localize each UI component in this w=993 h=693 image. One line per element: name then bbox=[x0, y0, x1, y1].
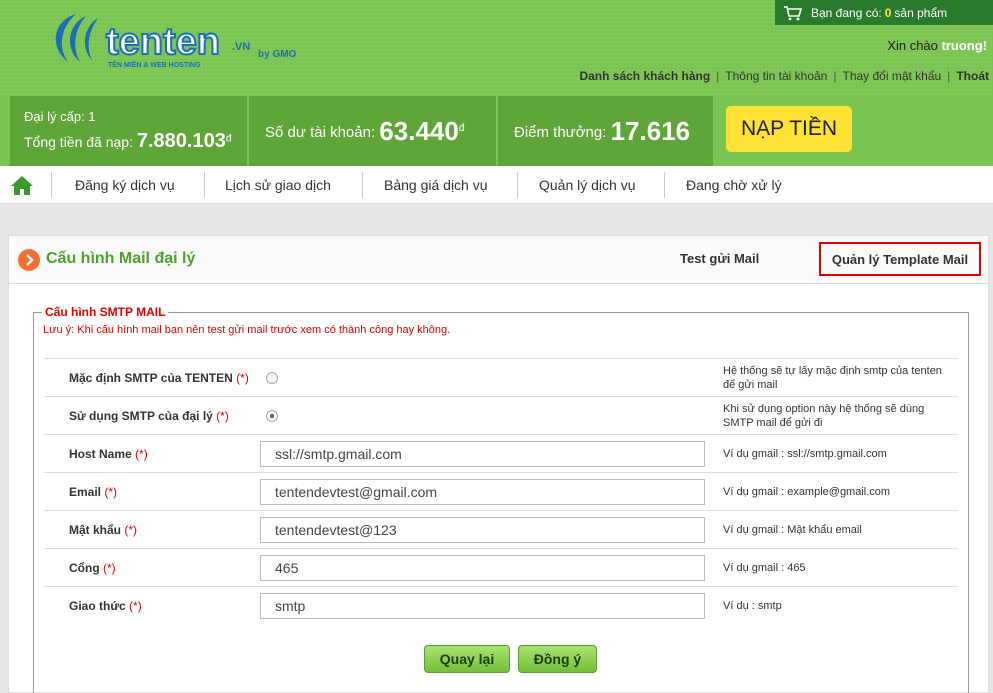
smtp-note: Lưu ý: Khi cấu hình mail bạn nên test gử… bbox=[43, 324, 451, 336]
user-name[interactable]: truong! bbox=[942, 38, 987, 53]
row-host-name: Host Name (*) ssl://smtp.gmail.com Ví dụ… bbox=[44, 434, 958, 472]
field-label: Mặc định SMTP của TENTEN (*) bbox=[69, 371, 249, 385]
smtp-legend: Cấu hình SMTP MAIL bbox=[42, 305, 169, 319]
mail-config-card: Cấu hình Mail đại lý Test gửi Mail Quản … bbox=[8, 235, 989, 693]
points-label: Điểm thưởng: bbox=[514, 124, 607, 141]
row-agent-smtp: Sử dụng SMTP của đại lý (*) Khi sử dụng … bbox=[44, 396, 958, 434]
card-header: Cấu hình Mail đại lý Test gửi Mail Quản … bbox=[9, 236, 988, 284]
row-default-smtp: Mặc định SMTP của TENTEN (*) Hệ thống sẽ… bbox=[44, 358, 958, 396]
svg-text:.VN: .VN bbox=[232, 41, 250, 53]
tenten-logo[interactable]: tenten .VN TÊN MIỀN & WEB HOSTING by GMO bbox=[46, 10, 306, 72]
row-port: Cổng (*) 465 Ví dụ gmail : 465 bbox=[44, 548, 958, 586]
submit-button[interactable]: Đồng ý bbox=[518, 645, 597, 673]
stat-agent: Đại lý cấp: 1 Tổng tiền đã nạp: 7.880.10… bbox=[10, 96, 247, 166]
svg-text:tenten: tenten bbox=[106, 21, 220, 63]
divider bbox=[51, 172, 52, 198]
topup-button[interactable]: NẠP TIỀN bbox=[726, 106, 852, 152]
radio-default-smtp[interactable] bbox=[266, 372, 278, 384]
field-label: Email (*) bbox=[69, 485, 118, 499]
greeting-prefix: Xin chào bbox=[887, 38, 938, 53]
home-icon[interactable] bbox=[10, 174, 34, 196]
greeting: Xin chào truong! bbox=[887, 38, 987, 53]
points-value: 17.616 bbox=[610, 116, 691, 146]
currency-symbol: đ bbox=[458, 123, 465, 134]
logo-swoosh-icon: tenten .VN TÊN MIỀN & WEB HOSTING by GMO bbox=[55, 14, 297, 69]
balance-value: 63.440 bbox=[379, 116, 459, 146]
protocol-input[interactable]: smtp bbox=[260, 593, 705, 619]
tab-test-mail[interactable]: Test gửi Mail bbox=[680, 251, 759, 266]
chevron-right-icon bbox=[18, 249, 40, 271]
divider bbox=[517, 172, 518, 198]
field-label: Giao thức (*) bbox=[69, 599, 142, 613]
total-topup-label: Tổng tiền đã nạp: bbox=[24, 134, 133, 150]
main-nav: Đăng ký dịch vụ Lịch sử giao dịch Bảng g… bbox=[0, 166, 993, 204]
field-label: Cổng (*) bbox=[69, 561, 116, 575]
balance: Số dư tài khoản: 63.440đ bbox=[265, 116, 464, 147]
nav-pending[interactable]: Đang chờ xử lý bbox=[686, 166, 782, 204]
row-protocol: Giao thức (*) smtp Ví dụ : smtp bbox=[44, 586, 958, 624]
back-button[interactable]: Quay lại bbox=[424, 645, 510, 673]
email-input[interactable]: tentendevtest@gmail.com bbox=[260, 479, 705, 505]
radio-agent-smtp[interactable] bbox=[266, 410, 278, 422]
host-name-input[interactable]: ssl://smtp.gmail.com bbox=[260, 441, 705, 467]
page-title: Cấu hình Mail đại lý bbox=[46, 250, 196, 267]
nav-price-list[interactable]: Bảng giá dịch vụ bbox=[384, 166, 488, 204]
divider bbox=[664, 172, 665, 198]
row-password: Mật khẩu (*) tentendevtest@123 Ví dụ gma… bbox=[44, 510, 958, 548]
field-label: Mật khẩu (*) bbox=[69, 523, 138, 537]
field-hint: Ví dụ gmail : Mật khẩu email bbox=[723, 524, 862, 536]
stat-points: Điểm thưởng: 17.616 bbox=[498, 96, 713, 166]
password-input[interactable]: tentendevtest@123 bbox=[260, 517, 705, 543]
balance-label: Số dư tài khoản: bbox=[265, 124, 376, 141]
row-email: Email (*) tentendevtest@gmail.com Ví dụ … bbox=[44, 472, 958, 510]
divider: | bbox=[947, 69, 951, 83]
total-topup: Tổng tiền đã nạp: 7.880.103đ bbox=[24, 130, 231, 153]
stat-balance: Số dư tài khoản: 63.440đ bbox=[249, 96, 496, 166]
port-input[interactable]: 465 bbox=[260, 555, 705, 581]
divider bbox=[362, 172, 363, 198]
nav-register-service[interactable]: Đăng ký dịch vụ bbox=[75, 166, 175, 204]
points: Điểm thưởng: 17.616 bbox=[514, 116, 690, 147]
divider: | bbox=[833, 69, 837, 83]
nav-manage-services[interactable]: Quản lý dịch vụ bbox=[539, 166, 636, 204]
cart-count: 0 bbox=[884, 5, 892, 20]
agent-level: Đại lý cấp: 1 bbox=[24, 109, 96, 124]
field-hint: Ví dụ : smtp bbox=[723, 600, 782, 612]
site-header: tenten .VN TÊN MIỀN & WEB HOSTING by GMO… bbox=[0, 0, 993, 96]
field-hint: Ví dụ gmail : 465 bbox=[723, 562, 806, 574]
link-logout[interactable]: Thoát bbox=[956, 69, 989, 83]
divider: | bbox=[716, 69, 720, 83]
nav-transaction-history[interactable]: Lịch sử giao dịch bbox=[225, 166, 331, 204]
total-topup-value: 7.880.103 bbox=[136, 130, 226, 152]
cart-summary[interactable]: Bạn đang có: 0 sản phẩm bbox=[775, 0, 993, 25]
link-account-info[interactable]: Thông tin tài khoản bbox=[725, 69, 827, 83]
link-customer-list[interactable]: Danh sách khách hàng bbox=[579, 69, 710, 83]
field-label: Host Name (*) bbox=[69, 447, 148, 461]
field-hint: Ví dụ gmail : ssl://smtp.gmail.com bbox=[723, 448, 887, 460]
account-links: Danh sách khách hàng | Thông tin tài kho… bbox=[579, 69, 989, 83]
cart-label: Bạn đang có: bbox=[811, 5, 882, 20]
svg-text:by GMO: by GMO bbox=[258, 49, 297, 60]
cart-suffix: sản phẩm bbox=[894, 5, 948, 20]
field-label: Sử dụng SMTP của đại lý (*) bbox=[69, 409, 229, 423]
shopping-cart-icon bbox=[784, 5, 803, 20]
currency-symbol: đ bbox=[225, 133, 232, 145]
link-change-password[interactable]: Thay đổi mật khẩu bbox=[842, 69, 941, 83]
field-hint: Hệ thống sẽ tự lấy mặc định smtp của ten… bbox=[723, 365, 942, 391]
field-hint: Khi sử dụng option này hệ thống sẽ dùng … bbox=[723, 403, 925, 429]
divider bbox=[204, 172, 205, 198]
field-hint: Ví dụ gmail : example@gmail.com bbox=[723, 486, 891, 498]
tab-template-management[interactable]: Quản lý Template Mail bbox=[819, 242, 981, 276]
